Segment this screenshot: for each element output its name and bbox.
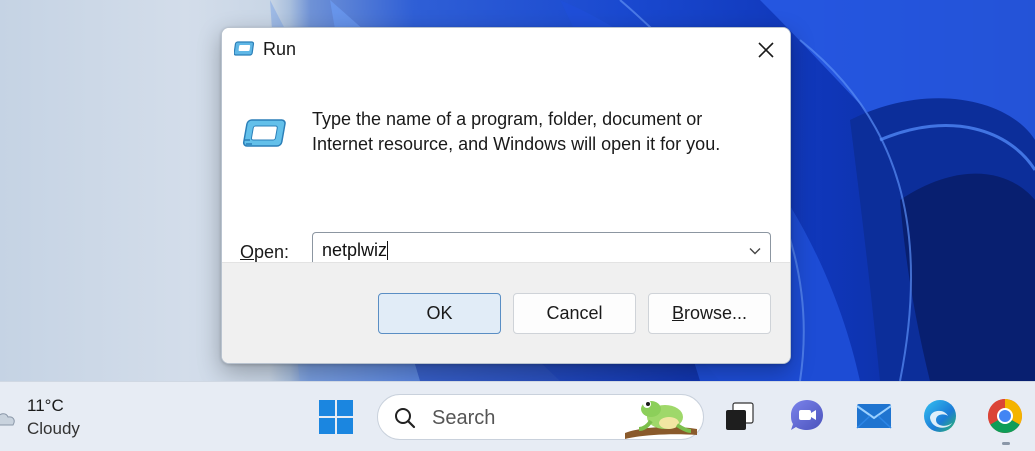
taskbar-mail[interactable] [854,396,894,436]
close-button[interactable] [742,28,790,72]
browse-button[interactable]: Browse... [648,293,771,334]
edge-icon [924,400,956,432]
open-label-hotkey: O [240,242,255,262]
frog-illustration-icon [625,400,697,439]
run-icon [242,119,286,147]
weather-temperature: 11°C [27,396,64,415]
weather-condition: Cloudy [27,419,80,438]
chrome-icon [988,399,1022,433]
open-label: Open: [240,242,289,263]
dialog-body: Type the name of a program, folder, docu… [222,72,790,269]
search-placeholder: Search [432,407,496,429]
taskbar-edge[interactable] [920,396,960,436]
browse-hotkey: B [671,303,684,323]
chevron-down-icon[interactable] [748,244,762,258]
taskbar-chrome[interactable] [985,396,1025,436]
weather-widget[interactable]: 11°C Cloudy [0,392,120,442]
ok-button[interactable]: OK [378,293,501,334]
taskbar-chat[interactable] [787,396,827,436]
dialog-titlebar[interactable]: Run [222,28,790,72]
run-icon [234,41,255,56]
cancel-button[interactable]: Cancel [513,293,636,334]
windows-logo-icon[interactable] [318,399,354,435]
chat-icon [791,400,823,430]
dialog-description: Type the name of a program, folder, docu… [312,107,752,157]
cloud-icon [0,413,15,426]
taskbar-task-view[interactable] [720,396,760,436]
running-indicator [1002,442,1010,445]
description-line-1: Type the name of a program, folder, docu… [312,109,703,129]
dialog-footer: OK Cancel Browse... [222,262,790,363]
description-line-2: Internet resource, and Windows will open… [312,134,721,154]
browse-label-rest: rowse... [683,303,748,323]
run-dialog: Run Type the name of a program, folder, … [221,27,791,364]
taskbar-search[interactable]: Search [377,394,704,440]
search-icon [395,408,416,429]
open-label-rest: pen: [254,242,290,262]
mail-icon [856,404,892,429]
close-icon [758,42,774,58]
taskbar: 11°C Cloudy Search [0,381,1035,451]
text-caret [387,241,388,260]
task-view-icon [726,402,754,430]
dialog-title: Run [263,39,297,59]
